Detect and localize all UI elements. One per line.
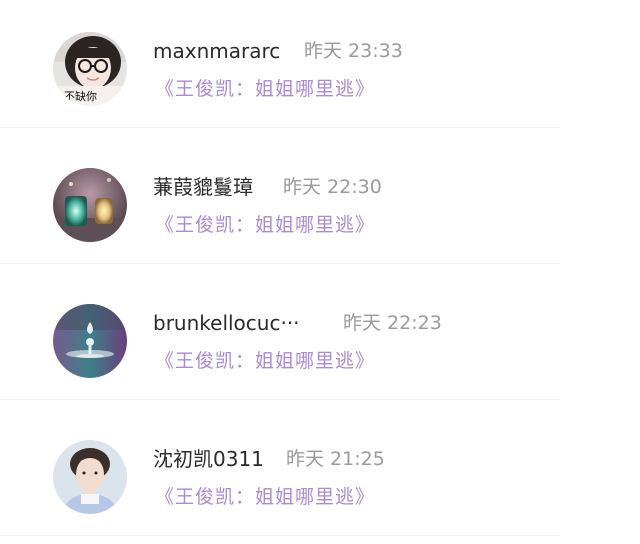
username[interactable]: 蒹葭貔鬘璋 [153,174,253,200]
message-row[interactable]: 不缺你 maxnmararc 昨天 23:33 《王俊凯：姐姐哪里逃》 [0,0,640,136]
message-text[interactable]: 《王俊凯：姐姐哪里逃》 [155,484,375,510]
username[interactable]: maxnmararc [153,38,280,64]
avatar-glasses-girl-image: 不缺你 [53,32,127,106]
message-list: 不缺你 maxnmararc 昨天 23:33 《王俊凯：姐姐哪里逃》 蒹葭貔鬘… [0,0,640,536]
timestamp: 昨天 23:33 [304,40,403,62]
message-text[interactable]: 《王俊凯：姐姐哪里逃》 [155,212,375,238]
timestamp: 昨天 22:23 [343,312,442,334]
row-divider [0,127,560,128]
avatar-boy-portrait-image [53,440,127,514]
message-text[interactable]: 《王俊凯：姐姐哪里逃》 [155,76,375,102]
row-divider [0,263,560,264]
avatar[interactable] [53,168,127,242]
avatar-caption: 不缺你 [64,89,97,103]
row-divider [0,399,560,400]
avatar[interactable] [53,440,127,514]
message-row[interactable]: brunkellocuc··· 昨天 22:23 《王俊凯：姐姐哪里逃》 [0,272,640,408]
avatar-candles-image [53,168,127,242]
timestamp: 昨天 22:30 [283,176,382,198]
message-text[interactable]: 《王俊凯：姐姐哪里逃》 [155,348,375,374]
avatar[interactable]: 不缺你 [53,32,127,106]
timestamp: 昨天 21:25 [286,448,385,470]
message-row[interactable]: 蒹葭貔鬘璋 昨天 22:30 《王俊凯：姐姐哪里逃》 [0,136,640,272]
avatar[interactable] [53,304,127,378]
message-row[interactable]: 沈初凯0311 昨天 21:25 《王俊凯：姐姐哪里逃》 [0,408,640,544]
avatar-waterdrop-image [53,304,127,378]
username[interactable]: 沈初凯0311 [153,446,264,472]
username[interactable]: brunkellocuc··· [153,310,300,336]
